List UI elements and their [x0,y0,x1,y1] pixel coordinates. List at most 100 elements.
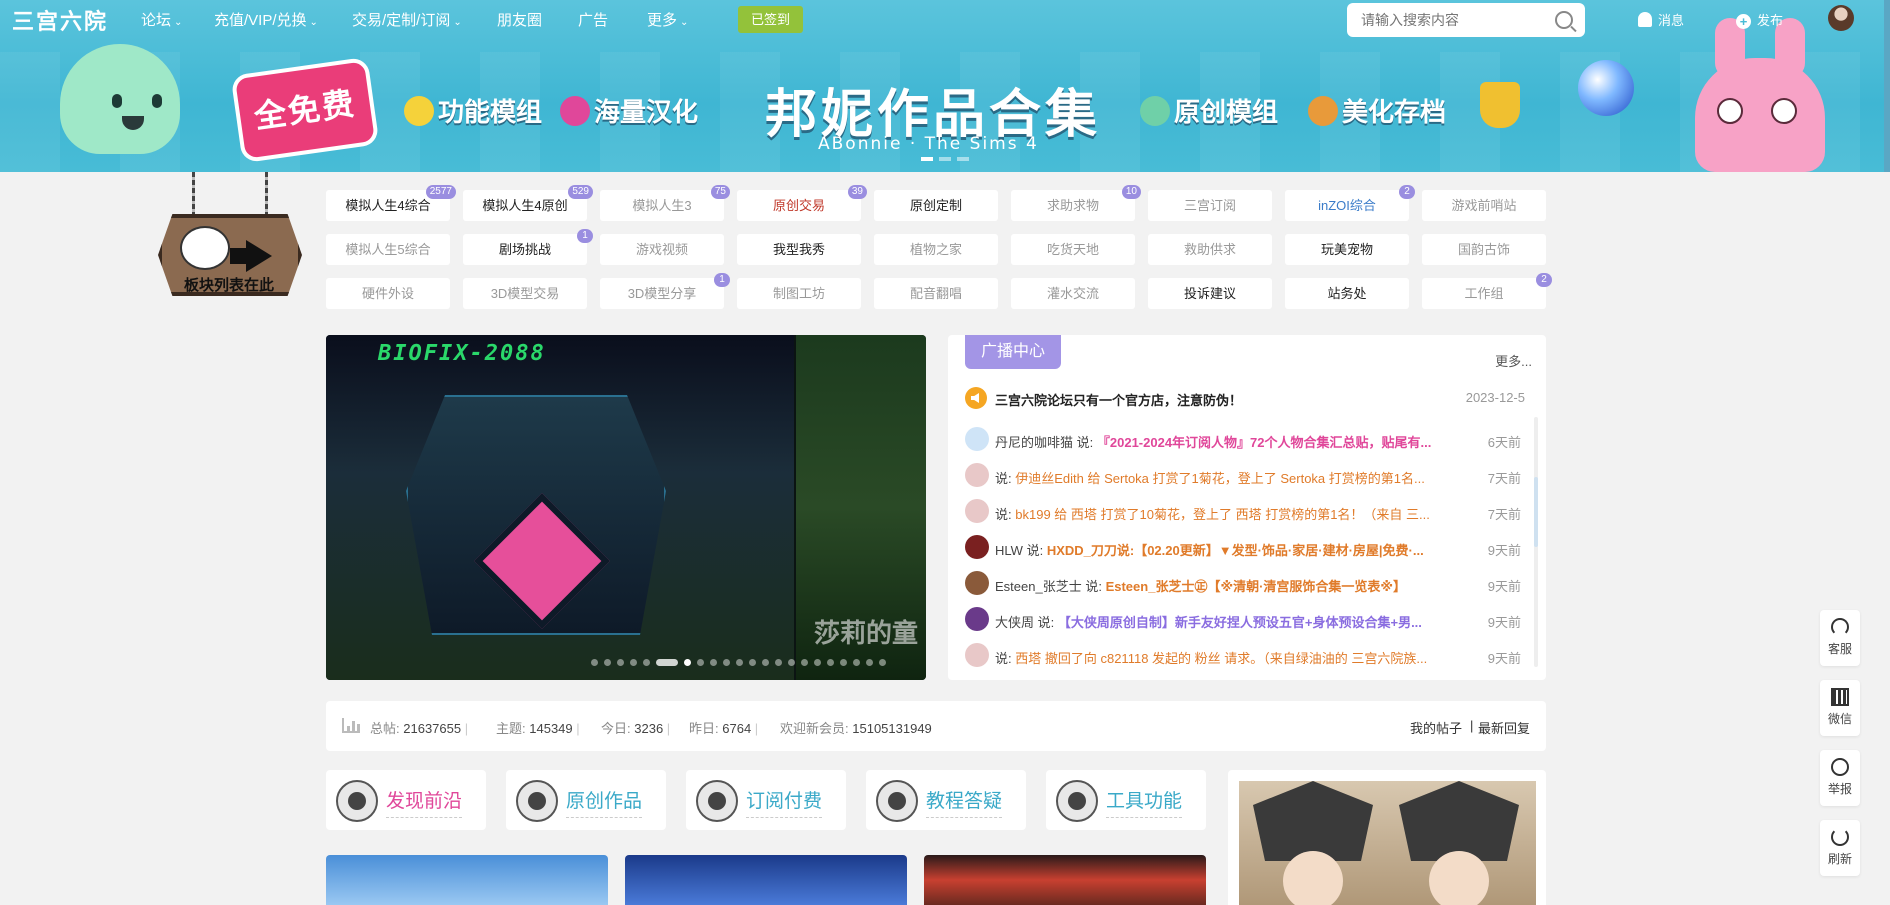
slider-dot[interactable] [604,659,611,666]
board-item[interactable]: 游戏前哨站 [1422,190,1546,221]
category-tile[interactable]: 发现前沿 [326,770,486,830]
banner-pager[interactable] [918,148,972,166]
notice-text[interactable]: 三宫六院论坛只有一个官方店，注意防伪！ [995,390,1242,409]
slider-dot[interactable] [617,659,624,666]
board-item[interactable]: 制图工坊 [737,278,861,309]
avatar[interactable] [1828,5,1854,31]
avatar[interactable] [965,607,989,631]
broadcast-message[interactable]: bk199 给 西塔 打赏了10菊花，登上了 西塔 打赏榜的第1名！（来自 三.… [1015,507,1430,522]
board-item[interactable]: 模拟人生5综合 [326,234,450,265]
broadcast-item[interactable]: 说: 伊迪丝Edith 给 Sertoka 打赏了1菊花，登上了 Sertoka… [965,463,1521,489]
nav-recharge[interactable]: 充值/VIP/兑换 ⌄ [214,9,318,30]
avatar[interactable] [965,643,989,667]
board-item[interactable]: 玩美宠物 [1285,234,1409,265]
broadcast-user[interactable]: 丹尼的咖啡猫 [995,435,1073,450]
broadcast-scrollbar[interactable] [1534,417,1538,667]
slider-dot[interactable] [697,659,704,666]
board-item[interactable]: 模拟人生4原创 529 [463,185,593,221]
slider-dot[interactable] [630,659,637,666]
post-thumbnail[interactable] [326,855,608,905]
broadcast-message[interactable]: 【大侠周原创自制】新手友好捏人预设五官+身体预设合集+男... [1058,615,1422,630]
broadcast-tab[interactable]: 广播中心 [965,335,1061,369]
board-item[interactable]: 3D模型交易 [463,278,587,309]
board-item[interactable]: 灌水交流 [1011,278,1135,309]
category-tile[interactable]: 工具功能 [1046,770,1206,830]
board-item[interactable]: 吃货天地 [1011,234,1135,265]
category-tile[interactable]: 订阅付费 [686,770,846,830]
search-icon[interactable] [1555,11,1573,29]
slider-dot[interactable] [591,659,598,666]
nav-ads[interactable]: 广告 [578,9,608,30]
slider-dot[interactable] [866,659,873,666]
slider-dot[interactable] [879,659,886,666]
tool-headset[interactable]: 客服 [1820,610,1860,666]
broadcast-notice[interactable]: 三宫六院论坛只有一个官方店，注意防伪！ 2023-12-5 [965,387,1525,409]
slider-dot[interactable] [840,659,847,666]
avatar[interactable] [965,463,989,487]
board-item[interactable]: 救助供求 [1148,234,1272,265]
scrollbar-thumb[interactable] [1534,477,1538,547]
nav-friends[interactable]: 朋友圈 [497,9,542,30]
slider-dot[interactable] [736,659,743,666]
board-item[interactable]: 原创交易 39 [737,185,867,221]
broadcast-message[interactable]: Esteen_张芝士㊣【※清朝·清宫服饰合集一览表※】 [1106,579,1406,594]
banner-dot[interactable] [957,157,969,161]
broadcast-message[interactable]: HXDD_刀刀说:【02.20更新】▼发型·饰品·家居·建材·房屋|免费·... [1047,543,1424,558]
ad-image[interactable] [1239,781,1536,905]
nav-forum[interactable]: 论坛 ⌄ [141,9,182,30]
category-tile[interactable]: 教程答疑 [866,770,1026,830]
board-item[interactable]: inZOI综合 2 [1285,185,1415,221]
board-item[interactable]: 原创定制 [874,190,998,221]
board-item[interactable]: 站务处 [1285,278,1409,309]
broadcast-item[interactable]: 说: bk199 给 西塔 打赏了10菊花，登上了 西塔 打赏榜的第1名！（来自… [965,499,1521,525]
board-item[interactable]: 求助求物 10 [1011,185,1141,221]
slider-dot[interactable] [723,659,730,666]
broadcast-more-link[interactable]: 更多... [1495,351,1532,370]
search-input[interactable] [1361,3,1551,37]
broadcast-user[interactable]: Esteen_张芝士 [995,579,1082,594]
slider-dot[interactable] [684,659,691,666]
slider-dot[interactable] [788,659,795,666]
new-member-link[interactable]: 15105131949 [852,721,932,736]
board-item[interactable]: 硬件外设 [326,278,450,309]
featured-slider[interactable]: BIOFIX-2088 莎莉的童 [326,335,926,680]
slider-dot[interactable] [643,659,650,666]
broadcast-message[interactable]: 伊迪丝Edith 给 Sertoka 打赏了1菊花，登上了 Sertoka 打赏… [1015,471,1425,486]
slider-dot[interactable] [827,659,834,666]
board-item[interactable]: 模拟人生4综合 2577 [326,185,456,221]
category-tile[interactable]: 原创作品 [506,770,666,830]
board-item[interactable]: 三宫订阅 [1148,190,1272,221]
broadcast-user[interactable]: HLW [995,543,1023,558]
slider-dot[interactable] [775,659,782,666]
broadcast-item[interactable]: 大侠周 说: 【大侠周原创自制】新手友好捏人预设五官+身体预设合集+男... 9天… [965,607,1521,633]
slider-dot[interactable] [656,659,678,666]
post-thumbnail[interactable] [924,855,1206,905]
slider-dot[interactable] [749,659,756,666]
slider-dot[interactable] [853,659,860,666]
avatar[interactable] [965,499,989,523]
board-item[interactable]: 配音翻唱 [874,278,998,309]
banner-dot[interactable] [921,157,933,161]
board-list-sign[interactable]: 板块列表在此 [158,214,302,296]
broadcast-user[interactable]: 大侠周 [995,615,1034,630]
slider-dot[interactable] [801,659,808,666]
broadcast-item[interactable]: 说: 西塔 撤回了向 c821118 发起的 粉丝 请求。（来自绿油油的 三宫六… [965,643,1521,669]
ad-panel[interactable] [1228,770,1546,905]
broadcast-message[interactable]: 西塔 撤回了向 c821118 发起的 粉丝 请求。（来自绿油油的 三宫六院族.… [1015,651,1427,666]
my-posts-link[interactable]: 我的帖子 [1410,718,1462,737]
board-item[interactable]: 国韵古饰 [1422,234,1546,265]
slider-dot[interactable] [762,659,769,666]
board-item[interactable]: 植物之家 [874,234,998,265]
banner-dot[interactable] [939,157,951,161]
avatar[interactable] [965,571,989,595]
slider-dot[interactable] [814,659,821,666]
broadcast-item[interactable]: 丹尼的咖啡猫 说: 『2021-2024年订阅人物』72个人物合集汇总贴，贴尾有… [965,427,1521,453]
tool-refresh[interactable]: 刷新 [1820,820,1860,876]
avatar[interactable] [965,535,989,559]
slider-dot[interactable] [710,659,717,666]
board-item[interactable]: 工作组 2 [1422,273,1552,309]
board-item[interactable]: 投诉建议 [1148,278,1272,309]
board-item[interactable]: 模拟人生3 75 [600,185,730,221]
broadcast-item[interactable]: Esteen_张芝士 说: Esteen_张芝士㊣【※清朝·清宫服饰合集一览表※… [965,571,1521,597]
latest-reply-link[interactable]: 最新回复 [1478,718,1530,737]
